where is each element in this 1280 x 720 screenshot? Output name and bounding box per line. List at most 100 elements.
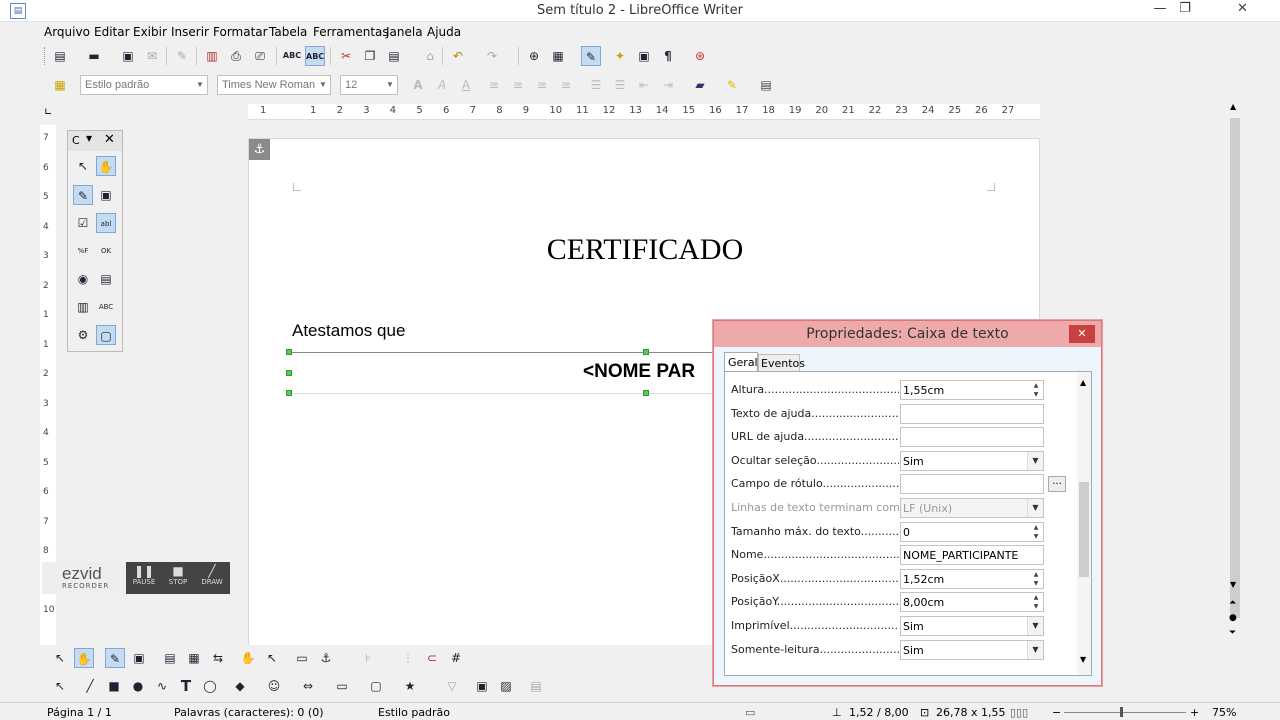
menu-ferramentas[interactable]: Ferramentas bbox=[313, 25, 389, 39]
toolbar-grip[interactable] bbox=[44, 47, 46, 65]
page-style[interactable]: Estilo padrão bbox=[378, 706, 450, 719]
print-icon[interactable]: ⎙ bbox=[226, 46, 246, 66]
select-pointer-icon[interactable]: ↖ bbox=[73, 156, 93, 176]
draw-button[interactable]: ╱ DRAW bbox=[196, 564, 228, 592]
open-design-mode-icon[interactable]: ✋ bbox=[238, 648, 258, 668]
font-name-select[interactable]: Times New Roman ▼ bbox=[217, 75, 331, 95]
push-button-icon[interactable]: OK bbox=[96, 241, 116, 261]
chevron-down-icon[interactable]: ▼ bbox=[1027, 499, 1043, 517]
stop-button[interactable]: ■ STOP bbox=[162, 564, 194, 592]
paste-icon[interactable]: ▤ bbox=[384, 46, 404, 66]
save-icon[interactable]: ▣ bbox=[118, 46, 138, 66]
property-field[interactable]: 0 ▲ ▼ bbox=[900, 521, 1044, 542]
open-folder-icon[interactable]: ▬ bbox=[84, 46, 104, 66]
freeform-icon[interactable]: ∿ bbox=[152, 676, 172, 696]
close-window-button[interactable]: ✕ bbox=[1205, 0, 1280, 20]
menu-ajuda[interactable]: Ajuda bbox=[427, 25, 461, 39]
property-field[interactable]: Sim ▼ bbox=[900, 639, 1044, 660]
bullets-icon[interactable]: ☰ bbox=[610, 75, 630, 95]
form-navigator-icon[interactable]: ▤ bbox=[160, 648, 180, 668]
chevron-down-icon[interactable]: ▼ bbox=[1027, 617, 1043, 635]
vertical-scrollbar[interactable]: ▲ ▼ bbox=[1228, 100, 1242, 642]
property-field[interactable] bbox=[900, 403, 1044, 424]
prev-page-icon[interactable]: ⏶ bbox=[1229, 598, 1236, 608]
selection-handle[interactable] bbox=[643, 390, 649, 396]
menu-arquivo[interactable]: Arquivo bbox=[44, 25, 90, 39]
control-properties-icon[interactable]: ✎ bbox=[73, 185, 93, 205]
property-field[interactable]: 1,52cm ▲ ▼ bbox=[900, 568, 1044, 589]
menu-tabela[interactable]: Tabela bbox=[269, 25, 307, 39]
tab-stop-icon[interactable]: ∟ bbox=[44, 107, 54, 118]
combo-box-icon[interactable]: ▥ bbox=[73, 297, 93, 317]
chevron-down-icon[interactable]: ▼ bbox=[1027, 451, 1043, 470]
tab-geral[interactable]: Geral bbox=[724, 352, 758, 372]
draw-functions-icon[interactable]: ✎ bbox=[581, 46, 601, 66]
new-document-icon[interactable]: ▤ bbox=[50, 46, 70, 66]
close-icon[interactable]: ✕ bbox=[104, 132, 115, 147]
ellipse-icon[interactable]: ● bbox=[128, 676, 148, 696]
chevron-down-icon[interactable]: ▼ bbox=[86, 134, 92, 143]
checkbox-control-icon[interactable]: ☑ bbox=[73, 213, 93, 233]
page-counter[interactable]: Página 1 / 1 bbox=[47, 706, 112, 719]
form-properties-icon[interactable]: ▣ bbox=[96, 185, 116, 205]
line-icon[interactable]: ╱ bbox=[80, 676, 100, 696]
property-field[interactable] bbox=[900, 474, 1044, 495]
scroll-thumb[interactable] bbox=[1079, 482, 1089, 577]
signature-icon[interactable]: ▭ bbox=[745, 706, 755, 719]
align-right-icon[interactable]: ≡ bbox=[532, 75, 552, 95]
navigation-icon[interactable]: ● bbox=[1229, 613, 1237, 623]
redo-icon[interactable]: ↷ bbox=[482, 46, 502, 66]
selection-handle[interactable] bbox=[286, 349, 292, 355]
menu-formatar[interactable]: Formatar bbox=[213, 25, 268, 39]
property-field[interactable]: NOME_PARTICIPANTE bbox=[900, 545, 1044, 566]
property-field[interactable]: Sim ▼ bbox=[900, 616, 1044, 636]
spin-arrows-icon[interactable]: ▲ ▼ bbox=[1029, 381, 1043, 399]
spellcheck-icon[interactable]: ABC bbox=[282, 46, 302, 66]
numbering-icon[interactable]: ☰ bbox=[586, 75, 606, 95]
highlight-icon[interactable]: ✎ bbox=[722, 75, 742, 95]
spin-arrows-icon[interactable]: ▲ ▼ bbox=[1029, 593, 1043, 611]
zoom-level[interactable]: 75% bbox=[1212, 706, 1236, 719]
menu-exibir[interactable]: Exibir bbox=[133, 25, 167, 39]
decrease-indent-icon[interactable]: ⇤ bbox=[634, 75, 654, 95]
menu-janela[interactable]: Janela bbox=[386, 25, 423, 39]
anchor-icon[interactable]: ⚓ bbox=[249, 139, 270, 160]
callouts-icon[interactable]: ▢ bbox=[366, 676, 386, 696]
align-icon[interactable]: ⊧ bbox=[358, 648, 378, 668]
design-mode-icon[interactable]: ✋ bbox=[96, 156, 116, 176]
activation-order-icon[interactable]: ⇆ bbox=[208, 648, 228, 668]
select-icon[interactable]: ↖ bbox=[50, 676, 70, 696]
form-toolbar-header[interactable]: C ▼ ✕ bbox=[68, 131, 122, 151]
points-icon[interactable]: ▽ bbox=[442, 676, 462, 696]
export-pdf-icon[interactable]: ▥ bbox=[202, 46, 222, 66]
font-color-icon[interactable]: ▰ bbox=[690, 75, 710, 95]
paragraph-style-select[interactable]: Estilo padrão ▼ bbox=[80, 75, 208, 95]
add-field-icon[interactable]: ▦ bbox=[184, 648, 204, 668]
selection-handle[interactable] bbox=[643, 349, 649, 355]
control-icon[interactable]: ✎ bbox=[105, 648, 125, 668]
autofocus-icon[interactable]: ↖ bbox=[262, 648, 282, 668]
option-button-icon[interactable]: ◉ bbox=[73, 269, 93, 289]
properties-scrollbar[interactable]: ▲ ▼ bbox=[1077, 372, 1091, 675]
print-preview-icon[interactable]: ⎚ bbox=[250, 46, 270, 66]
justify-icon[interactable]: ≡ bbox=[556, 75, 576, 95]
edit-file-icon[interactable]: ✎ bbox=[172, 46, 192, 66]
form-icon[interactable]: ▣ bbox=[129, 648, 149, 668]
zoom-out-icon[interactable]: − bbox=[1052, 706, 1061, 719]
spin-arrows-icon[interactable]: ▲ ▼ bbox=[1029, 570, 1043, 588]
block-arrows-icon[interactable]: ⇔ bbox=[298, 676, 318, 696]
form-design-icon[interactable]: ▢ bbox=[96, 325, 116, 345]
scroll-thumb[interactable] bbox=[1230, 118, 1240, 618]
rectangle-icon[interactable]: ■ bbox=[104, 676, 124, 696]
autospellcheck-icon[interactable]: ABC bbox=[305, 46, 325, 66]
underline-icon[interactable]: A bbox=[456, 75, 476, 95]
scroll-down-icon[interactable]: ▼ bbox=[1080, 655, 1086, 664]
styles-icon[interactable]: ▦ bbox=[50, 75, 70, 95]
scroll-up-icon[interactable]: ▲ bbox=[1230, 102, 1236, 111]
guides-icon[interactable]: # bbox=[446, 648, 466, 668]
selection-handle[interactable] bbox=[286, 370, 292, 376]
text-icon[interactable]: T bbox=[176, 676, 196, 696]
italic-icon[interactable]: A bbox=[432, 75, 452, 95]
horizontal-ruler[interactable]: 1 1 2 3 4 5 6 7 8 9 10 11 12 13 14 15 16 17 18 19 20 21 22 23 24… bbox=[248, 104, 1040, 120]
email-icon[interactable]: ✉ bbox=[142, 46, 162, 66]
